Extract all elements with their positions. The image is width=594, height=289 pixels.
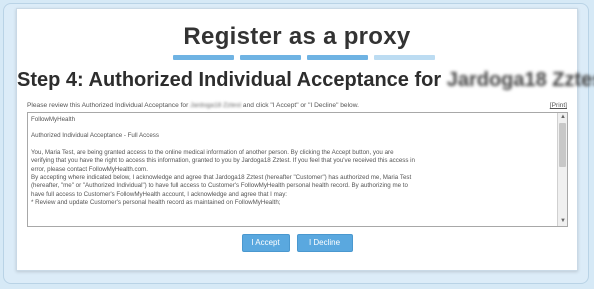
agreement-line: [31, 124, 555, 132]
agreement-line: error, please contact FollowMyHealth.com…: [31, 165, 148, 173]
page-title: Register as a proxy: [183, 23, 411, 50]
agreement-text: FollowMyHealth Authorized Individual Acce…: [31, 116, 555, 208]
progress-segment-1: [173, 55, 234, 60]
scroll-down-icon[interactable]: ▼: [558, 217, 567, 226]
step-progress-bar: [173, 55, 435, 60]
patient-name-redacted: Jardoga18 Zztest: [446, 69, 594, 91]
agreement-line: have full access to Customer's FollowMyH…: [31, 190, 288, 198]
action-buttons: I Accept I Decline: [17, 234, 577, 252]
instruction-text-before: Please review this Authorized Individual…: [27, 102, 189, 109]
agreement-line: Authorized Individual Acceptance - Full …: [31, 132, 159, 140]
instruction-name-redacted: Jardoga18 Zztest: [190, 102, 242, 109]
agreement-text-box[interactable]: FollowMyHealth Authorized Individual Acce…: [27, 112, 568, 227]
agreement-line: By accepting where indicated below, I ac…: [31, 174, 412, 182]
instruction-text-after: and click "I Accept" or "I Decline" belo…: [242, 102, 359, 109]
print-link[interactable]: [Print]: [550, 102, 567, 109]
agreement-scrollbar[interactable]: ▲ ▼: [557, 113, 567, 226]
decline-button[interactable]: I Decline: [296, 234, 353, 252]
progress-segment-3: [307, 55, 368, 60]
progress-segment-4: [374, 55, 435, 60]
agreement-line: verifying that you have the right to acc…: [31, 157, 415, 165]
agreement-line: * Review and update Customer's personal …: [31, 199, 281, 207]
progress-segment-2: [240, 55, 301, 60]
scroll-thumb[interactable]: [559, 123, 566, 167]
step-heading-text: Step 4: Authorized Individual Acceptance…: [17, 69, 442, 91]
accept-button[interactable]: I Accept: [241, 234, 290, 252]
agreement-line: You, Maria Test, are being granted acces…: [31, 148, 394, 156]
agreement-line: [31, 141, 555, 149]
instruction-row: Please review this Authorized Individual…: [27, 102, 567, 109]
scroll-up-icon[interactable]: ▲: [558, 113, 567, 122]
registration-card: Register as a proxy Step 4: Authorized I…: [16, 8, 594, 271]
agreement-line: FollowMyHealth: [31, 116, 76, 123]
step-heading: Step 4: Authorized Individual Acceptance…: [17, 69, 594, 92]
agreement-line: (hereafter, "me" or "Authorized Individu…: [31, 182, 408, 190]
